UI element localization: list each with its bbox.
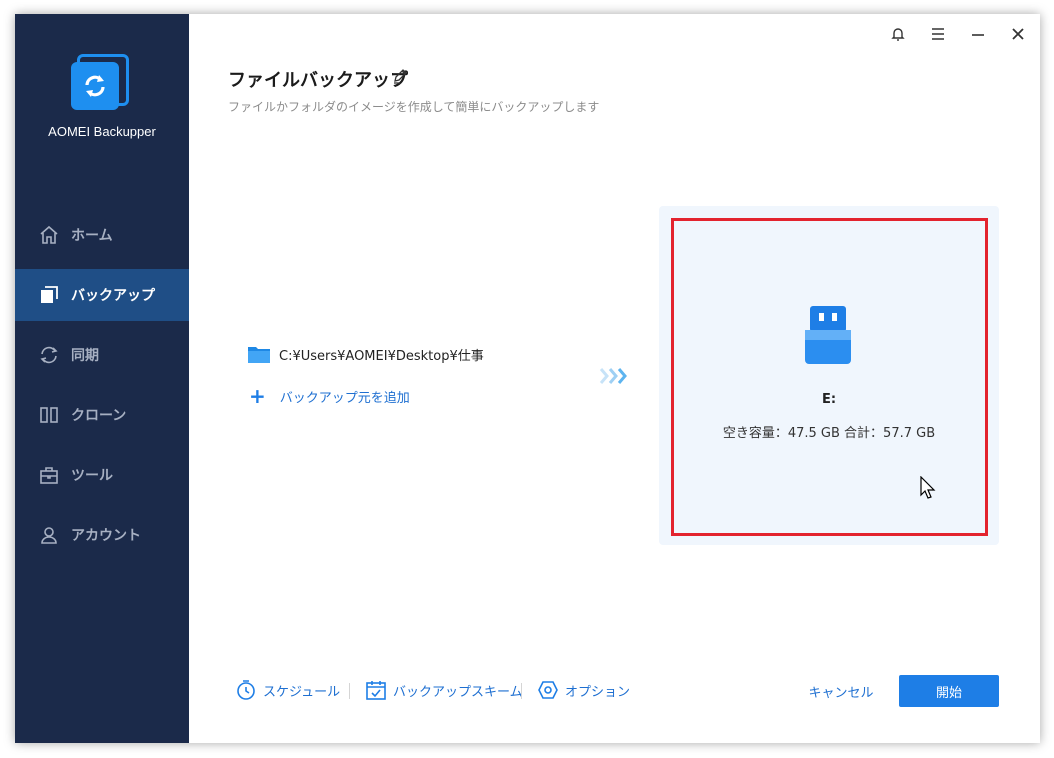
sidebar-item-label: 同期 [71, 348, 99, 364]
timer-icon [237, 680, 255, 700]
close-icon [1012, 28, 1024, 40]
divider [349, 683, 350, 699]
app-window: AOMEI Backupper ホーム バックアップ 同期 クローン ツール ア… [15, 14, 1040, 743]
calendar-icon [366, 681, 386, 700]
sidebar-item-label: アカウント [71, 528, 141, 544]
minimize-icon [972, 34, 984, 36]
account-icon [38, 524, 60, 546]
sidebar-item-home[interactable]: ホーム [15, 209, 189, 261]
tools-icon [38, 464, 60, 486]
sidebar-item-clone[interactable]: クローン [15, 389, 189, 441]
sidebar-item-label: ツール [71, 468, 113, 484]
page-title: ファイルバックアップ [228, 70, 408, 91]
mouse-cursor-icon [920, 476, 936, 499]
sidebar: AOMEI Backupper ホーム バックアップ 同期 クローン ツール ア… [15, 14, 189, 743]
sidebar-item-backup[interactable]: バックアップ [15, 269, 189, 321]
add-source-label: バックアップ元を追加 [279, 390, 410, 406]
menu-icon [932, 28, 944, 40]
schedule-label: スケジュール [263, 684, 341, 700]
divider [521, 683, 522, 699]
options-button[interactable]: オプション [537, 679, 630, 701]
app-name: AOMEI Backupper [48, 124, 156, 139]
page-subtitle: ファイルかフォルダのイメージを作成して簡単にバックアップします [228, 100, 600, 114]
edit-title-icon[interactable] [392, 68, 410, 86]
source-path: C:¥Users¥AOMEI¥Desktop¥仕事 [279, 348, 484, 364]
menu-button[interactable] [926, 22, 950, 46]
sidebar-item-tools[interactable]: ツール [15, 449, 189, 501]
sidebar-item-label: ホーム [71, 228, 113, 244]
folder-icon [248, 347, 270, 363]
destination-drive: E: [821, 392, 837, 407]
sidebar-item-account[interactable]: アカウント [15, 509, 189, 561]
cancel-button[interactable]: キャンセル [801, 682, 881, 702]
settings-icon [538, 681, 558, 699]
bell-icon [891, 28, 905, 41]
sync-icon [38, 344, 60, 366]
destination-capacity: 空き容量：47.5 GB 合計：57.7 GB [722, 426, 936, 441]
start-button[interactable]: 開始 [899, 675, 999, 707]
home-icon [38, 224, 60, 246]
app-logo [71, 52, 131, 112]
chevrons-right-icon [599, 368, 627, 384]
backup-icon [38, 284, 60, 306]
sidebar-item-label: クローン [71, 408, 127, 424]
minimize-button[interactable] [966, 22, 990, 46]
close-button[interactable] [1006, 22, 1030, 46]
schedule-button[interactable]: スケジュール [235, 679, 340, 701]
destination-card[interactable] [659, 206, 999, 545]
sidebar-item-label: バックアップ [71, 288, 155, 304]
notification-button[interactable] [886, 22, 910, 46]
plus-icon: + [249, 384, 266, 408]
backup-scheme-label: バックアップスキーム [393, 684, 523, 700]
usb-drive-icon [805, 306, 851, 364]
sidebar-item-sync[interactable]: 同期 [15, 329, 189, 381]
source-item[interactable]: C:¥Users¥AOMEI¥Desktop¥仕事 [247, 344, 484, 364]
add-source-button[interactable]: + バックアップ元を追加 [249, 386, 410, 406]
backup-scheme-button[interactable]: バックアップスキーム [365, 679, 523, 701]
options-label: オプション [565, 684, 631, 700]
clone-icon [38, 404, 60, 426]
